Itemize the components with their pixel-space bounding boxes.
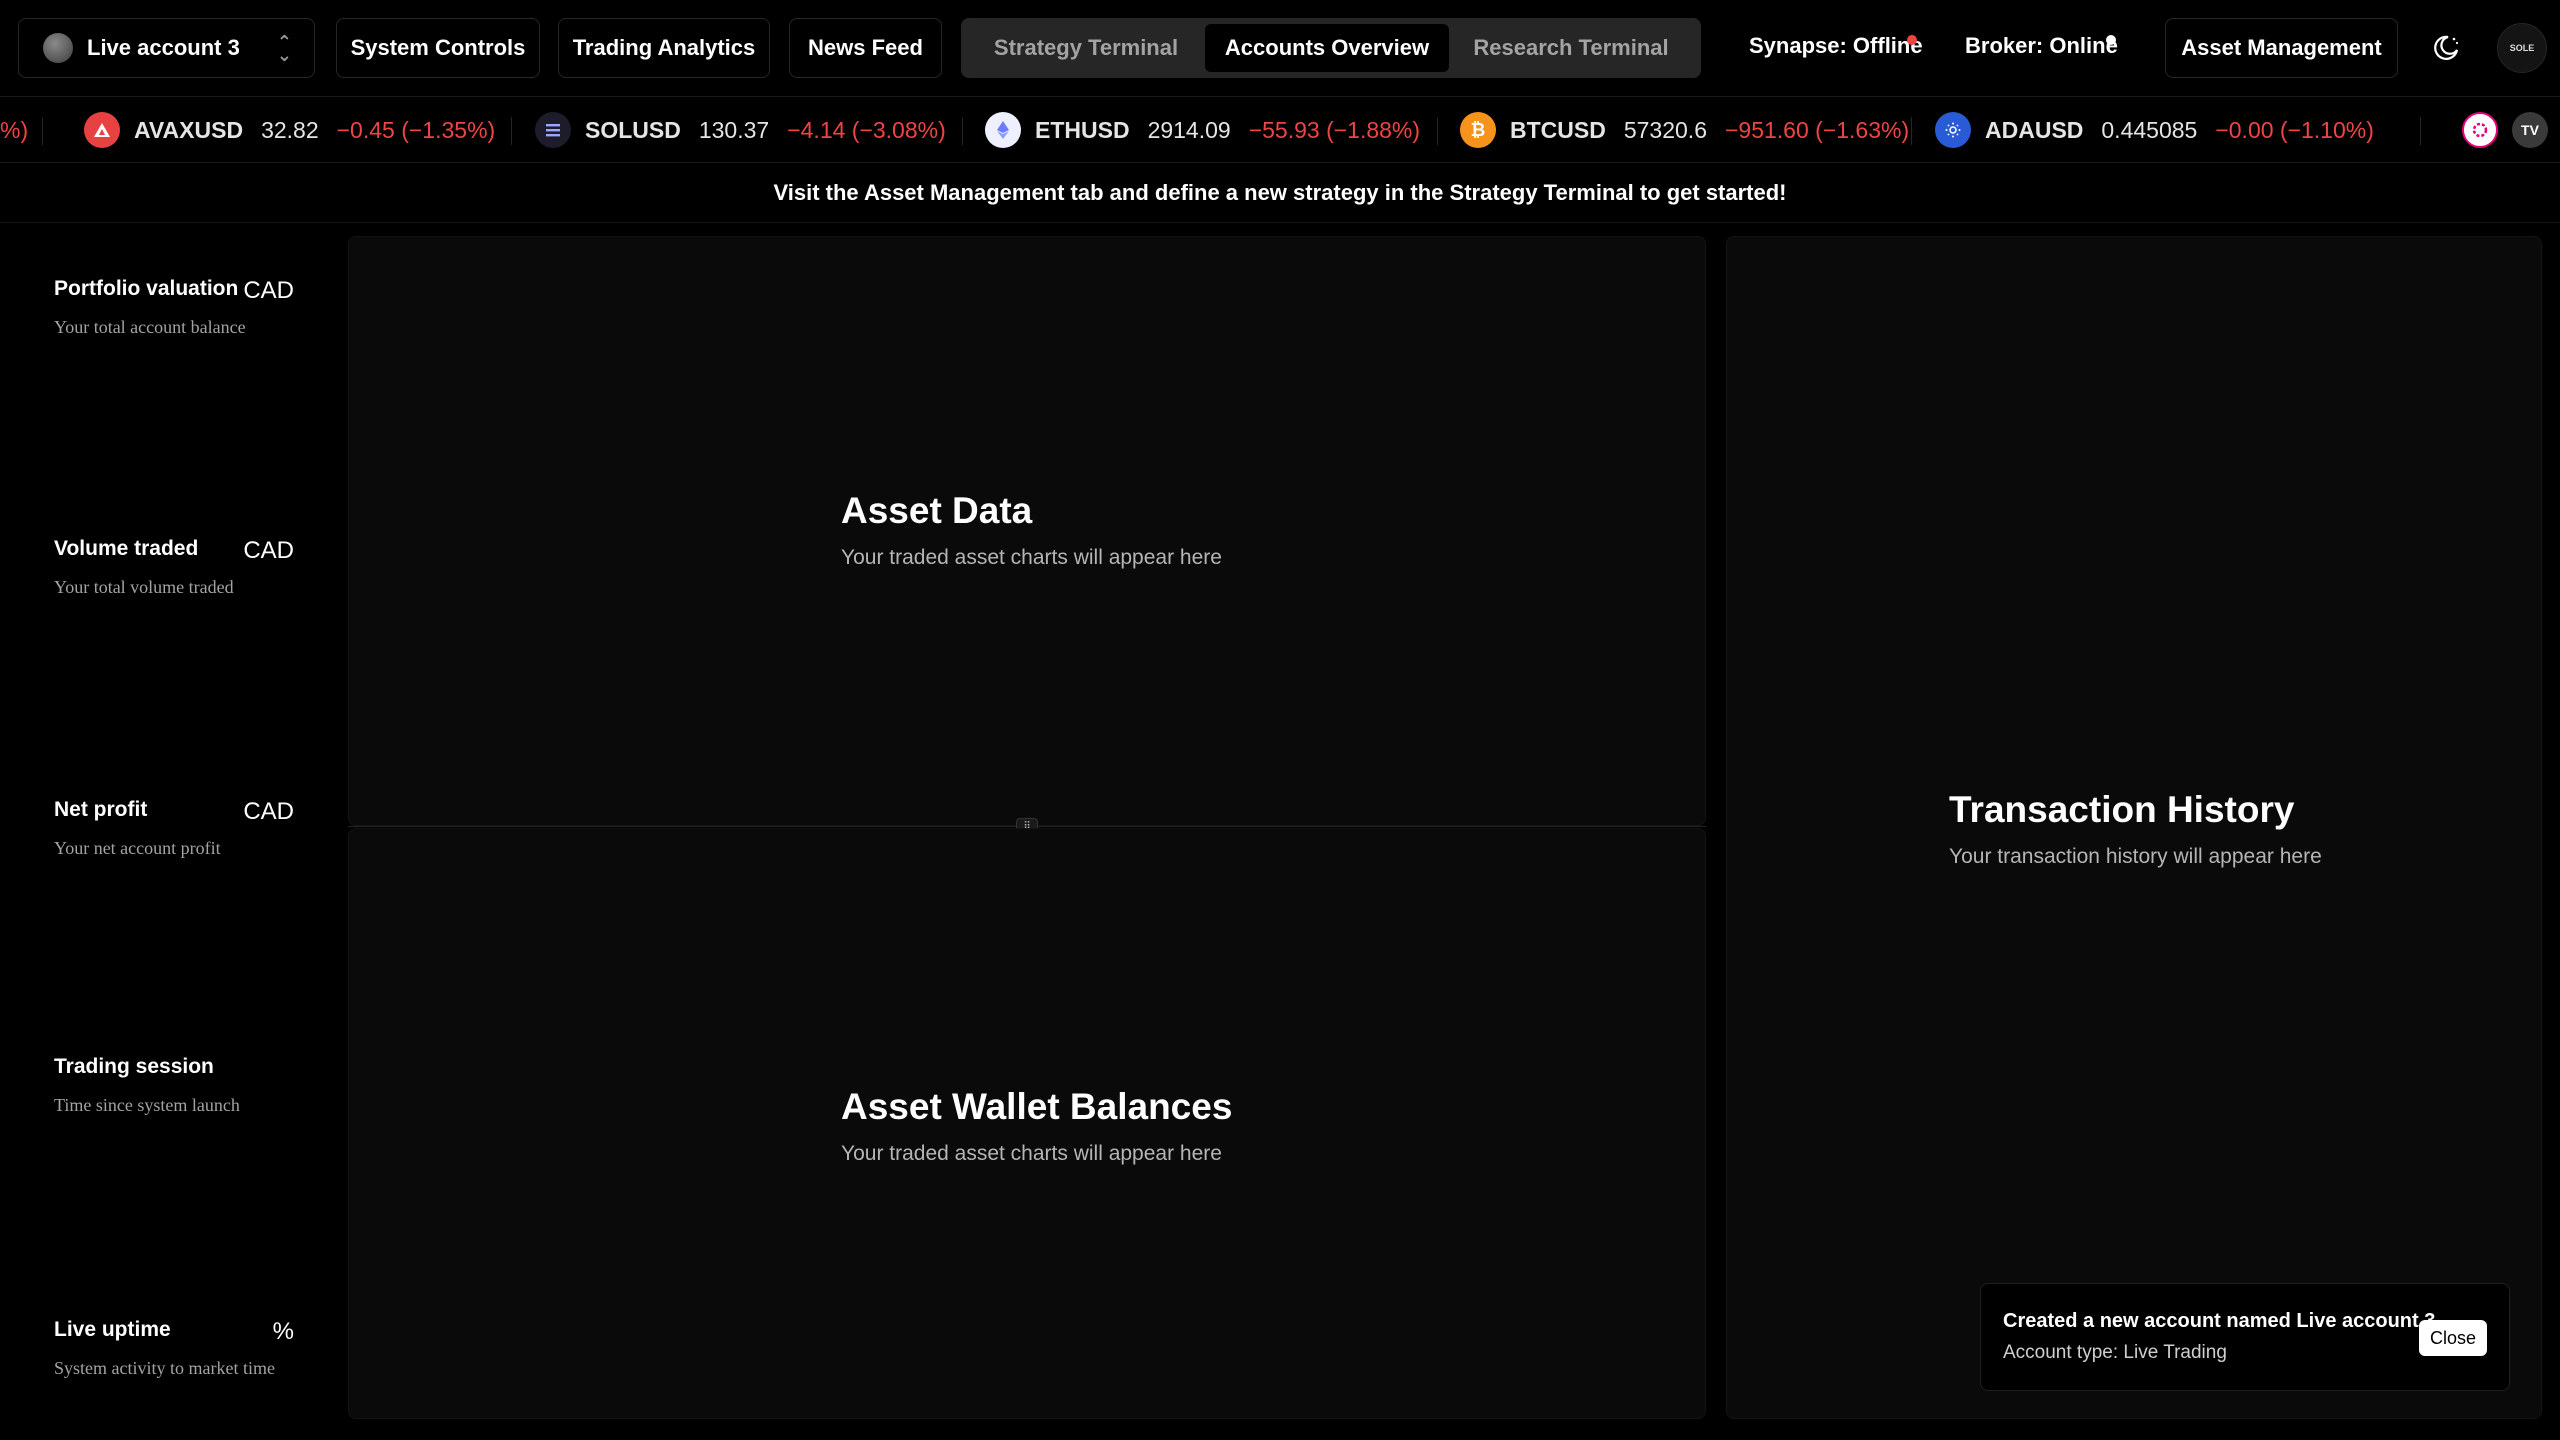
panel-subtitle: Your traded asset charts will appear her… xyxy=(841,1142,1222,1165)
ticker-item-avaxusd[interactable]: AVAXUSD 32.82 −0.45 (−1.35%) xyxy=(84,110,495,150)
ticker-fragment: %) xyxy=(0,116,29,143)
ticker-price: 130.37 xyxy=(698,116,770,143)
stat-unit: % xyxy=(272,1318,294,1345)
panel-title: Asset Wallet Balances xyxy=(841,1086,1233,1127)
tradingview-logo-icon: TV xyxy=(2512,112,2548,148)
tab-research-terminal[interactable]: Research Terminal xyxy=(1449,24,1693,72)
account-name: Live account 3 xyxy=(87,35,240,60)
stat-live-uptime: Live uptime % System activity to market … xyxy=(54,1318,294,1379)
price-ticker: %) AVAXUSD 32.82 −0.45 (−1.35%) SOLUSD 1… xyxy=(0,96,2560,163)
ticker-symbol: AVAXUSD xyxy=(134,116,244,143)
solana-logo-icon xyxy=(535,112,571,148)
stat-description: Your total volume traded xyxy=(54,577,234,597)
ticker-symbol: ADAUSD xyxy=(1985,116,2084,143)
toast-description: Account type: Live Trading xyxy=(2003,1342,2227,1363)
ethereum-logo-icon xyxy=(985,112,1021,148)
ticker-price: 0.445085 xyxy=(2101,116,2198,143)
stat-trading-session: Trading session Time since system launch xyxy=(54,1055,294,1116)
avalanche-logo-icon xyxy=(84,112,120,148)
stat-description: Your net account profit xyxy=(54,838,221,858)
account-avatar xyxy=(43,33,73,63)
ticker-separator xyxy=(962,117,963,145)
ticker-separator xyxy=(1911,117,1912,145)
stat-unit: CAD xyxy=(243,537,294,564)
stat-label: Trading session xyxy=(54,1055,214,1078)
stat-description: Your total account balance xyxy=(54,317,246,337)
tab-strategy-terminal[interactable]: Strategy Terminal xyxy=(967,24,1205,72)
online-status-dot xyxy=(2106,35,2116,45)
asset-data-panel: Asset Data Your traded asset charts will… xyxy=(348,236,1706,826)
user-avatar[interactable]: SOLE xyxy=(2497,23,2547,73)
offline-status-dot xyxy=(1907,35,1917,45)
stat-description: Time since system launch xyxy=(54,1095,240,1115)
ticker-separator xyxy=(511,117,512,145)
asset-wallet-balances-panel: Asset Wallet Balances Your traded asset … xyxy=(348,828,1706,1419)
account-stats-column: Portfolio valuation CAD Your total accou… xyxy=(0,224,340,1440)
bitcoin-logo-icon: ₿ xyxy=(1460,112,1496,148)
stat-portfolio-valuation: Portfolio valuation CAD Your total accou… xyxy=(54,277,294,338)
toast-title: Created a new account named Live account… xyxy=(2003,1310,2436,1332)
stat-volume-traded: Volume traded CAD Your total volume trad… xyxy=(54,537,294,598)
ticker-item-solusd[interactable]: SOLUSD 130.37 −4.14 (−3.08%) xyxy=(535,110,946,150)
ticker-price: 2914.09 xyxy=(1147,116,1231,143)
system-controls-button[interactable]: System Controls xyxy=(336,18,540,78)
ticker-change: −0.45 (−1.35%) xyxy=(336,116,496,143)
account-selector[interactable]: Live account 3 ⌃ ⌄ xyxy=(18,18,315,78)
ticker-item-adausd[interactable]: ADAUSD 0.445085 −0.00 (−1.10%) xyxy=(1935,110,2374,150)
toast-close-button[interactable]: Close xyxy=(2419,1320,2487,1356)
ticker-change: −55.93 (−1.88%) xyxy=(1248,116,1421,143)
tab-accounts-overview[interactable]: Accounts Overview xyxy=(1205,24,1449,72)
polkadot-logo-icon xyxy=(2462,112,2498,148)
ticker-symbol: BTCUSD xyxy=(1510,116,1606,143)
ticker-symbol: ETHUSD xyxy=(1035,116,1130,143)
stat-description: System activity to market time xyxy=(54,1358,275,1378)
theme-toggle-icon[interactable] xyxy=(2422,24,2470,72)
trading-analytics-button[interactable]: Trading Analytics xyxy=(558,18,770,78)
cardano-logo-icon xyxy=(1935,112,1971,148)
ticker-symbol: SOLUSD xyxy=(585,116,681,143)
getting-started-banner: Visit the Asset Management tab and defin… xyxy=(0,163,2560,223)
ticker-separator xyxy=(1437,117,1438,145)
transaction-history-panel: Transaction History Your transaction his… xyxy=(1726,236,2542,1419)
ticker-price: 32.82 xyxy=(261,116,319,143)
ticker-change: −4.14 (−3.08%) xyxy=(787,116,946,143)
news-feed-button[interactable]: News Feed xyxy=(789,18,942,78)
stat-label: Live uptime xyxy=(54,1318,171,1341)
ticker-change: −0.00 (−1.10%) xyxy=(2215,116,2374,143)
avatar-label: SOLE xyxy=(2509,43,2535,53)
stat-net-profit: Net profit CAD Your net account profit xyxy=(54,798,294,859)
chevron-up-down-icon: ⌃ ⌄ xyxy=(276,32,292,65)
ticker-separator xyxy=(42,117,43,145)
stat-unit: CAD xyxy=(243,798,294,825)
ticker-item-partial: TV xyxy=(2462,110,2560,150)
panel-title: Asset Data xyxy=(841,490,1033,531)
ticker-separator xyxy=(2420,117,2421,145)
stat-unit: CAD xyxy=(243,277,294,304)
broker-status: Broker: Online xyxy=(1965,33,2118,58)
notification-toast: Created a new account named Live account… xyxy=(1980,1283,2510,1391)
ticker-price: 57320.6 xyxy=(1623,116,1707,143)
ticker-item-ethusd[interactable]: ETHUSD 2914.09 −55.93 (−1.88%) xyxy=(985,110,1420,150)
panel-subtitle: Your traded asset charts will appear her… xyxy=(841,546,1222,569)
panel-subtitle: Your transaction history will appear her… xyxy=(1949,845,2322,868)
terminal-tab-switcher: Strategy Terminal Accounts Overview Rese… xyxy=(961,18,1701,78)
top-navigation-bar: Live account 3 ⌃ ⌄ System Controls Tradin… xyxy=(0,0,2560,96)
ticker-item-btcusd[interactable]: ₿ BTCUSD 57320.6 −951.60 (−1.63%) xyxy=(1460,110,1909,150)
panel-title: Transaction History xyxy=(1949,789,2295,830)
ticker-change: −951.60 (−1.63%) xyxy=(1724,116,1910,143)
asset-management-button[interactable]: Asset Management xyxy=(2165,18,2398,78)
synapse-status: Synapse: Offline xyxy=(1749,33,1923,58)
